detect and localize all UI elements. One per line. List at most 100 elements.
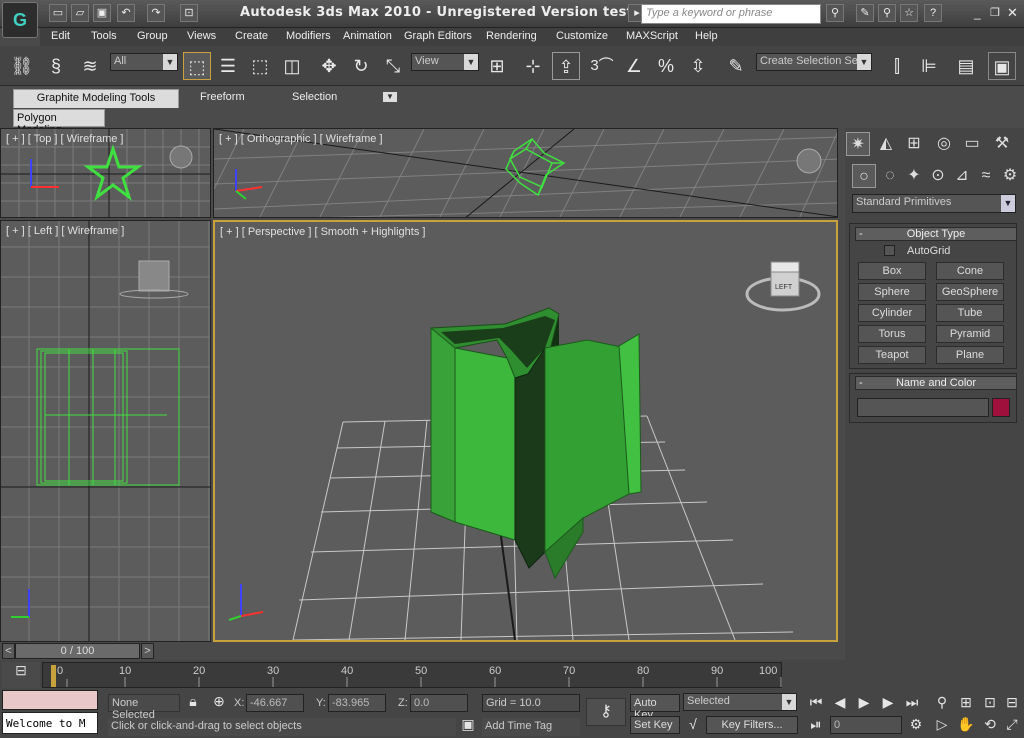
undo-icon[interactable]: ↶: [117, 4, 135, 22]
create-tab-icon[interactable]: ✷: [846, 132, 870, 156]
add-time-tag-button[interactable]: Add Time Tag: [482, 718, 580, 736]
time-slider-prev-button[interactable]: <: [2, 643, 15, 659]
open-file-icon[interactable]: ▱: [71, 4, 89, 22]
shapes-icon[interactable]: ◌: [878, 164, 902, 188]
layer-manager-icon[interactable]: ▤: [952, 52, 980, 80]
project-folder-icon[interactable]: ⊡: [180, 4, 198, 22]
utilities-tab-icon[interactable]: ⚒: [990, 132, 1014, 156]
auto-key-button[interactable]: Auto Key: [630, 694, 680, 721]
helpers-icon[interactable]: ⊿: [950, 164, 974, 188]
viewport-perspective-label[interactable]: [ + ] [ Perspective ] [ Smooth + Highlig…: [220, 226, 425, 238]
object-color-swatch[interactable]: [992, 398, 1010, 417]
viewcube-face-label[interactable]: LEFT: [775, 284, 792, 291]
maxscript-mini-listener[interactable]: Welcome to M: [2, 712, 98, 734]
zoom-all-icon[interactable]: ⊞: [956, 694, 976, 711]
window-crossing-icon[interactable]: ◫: [278, 52, 306, 80]
hierarchy-tab-icon[interactable]: ⊞: [902, 132, 926, 156]
minimize-icon[interactable]: _: [974, 6, 981, 20]
viewport-left[interactable]: [ + ] [ Left ] [ Wireframe ]: [0, 220, 211, 642]
select-and-scale-icon[interactable]: ⤡: [379, 52, 407, 80]
default-tangents-icon[interactable]: √: [683, 716, 703, 732]
percent-snap-icon[interactable]: %: [652, 52, 680, 80]
key-selection-dropdown[interactable]: Selected ▼: [683, 693, 797, 711]
object-type-header[interactable]: - Object Type: [855, 227, 1017, 241]
field-of-view-icon[interactable]: ▷: [932, 716, 952, 733]
select-manipulate-icon[interactable]: ⊹: [519, 52, 547, 80]
close-icon[interactable]: ✕: [1007, 5, 1018, 21]
reference-coord-dropdown[interactable]: View ▼: [411, 53, 479, 71]
spinner-snap-icon[interactable]: ⇳: [684, 52, 712, 80]
modify-tab-icon[interactable]: ◭: [874, 132, 898, 156]
time-tag-icon[interactable]: ▣: [458, 716, 478, 733]
menu-graph-editors[interactable]: Graph Editors: [404, 30, 472, 42]
align-icon[interactable]: ⊫: [915, 52, 943, 80]
mirror-icon[interactable]: ⫿: [883, 52, 911, 80]
viewport-left-label[interactable]: [ + ] [ Left ] [ Wireframe ]: [6, 225, 124, 237]
viewport-ortho-label[interactable]: [ + ] [ Orthographic ] [ Wireframe ]: [219, 133, 383, 145]
menu-group[interactable]: Group: [137, 30, 168, 42]
select-object-icon[interactable]: ⬚: [183, 52, 211, 80]
menu-maxscript[interactable]: MAXScript: [626, 30, 678, 42]
menu-create[interactable]: Create: [235, 30, 268, 42]
curve-editor-icon[interactable]: ⊟: [2, 662, 40, 688]
time-slider-next-button[interactable]: >: [141, 643, 154, 659]
viewport-top[interactable]: [ + ] [ Top ] [ Wireframe ]: [0, 128, 211, 218]
box-button[interactable]: Box: [858, 262, 926, 280]
angle-snap-icon[interactable]: ∠: [620, 52, 648, 80]
object-name-input[interactable]: [857, 398, 989, 417]
redo-icon[interactable]: ↷: [147, 4, 165, 22]
name-color-header[interactable]: - Name and Color: [855, 376, 1017, 390]
space-warps-icon[interactable]: ≈: [974, 164, 998, 188]
menu-modifiers[interactable]: Modifiers: [286, 30, 331, 42]
lights-icon[interactable]: ✦: [902, 164, 926, 188]
cone-button[interactable]: Cone: [936, 262, 1004, 280]
x-coordinate-field[interactable]: -46.667: [246, 694, 304, 712]
select-and-link-icon[interactable]: ⛓: [8, 52, 36, 80]
tab-graphite-modeling-tools[interactable]: Graphite Modeling Tools: [13, 89, 179, 108]
cameras-icon[interactable]: ⊙: [926, 164, 950, 188]
keyboard-shortcut-override-icon[interactable]: ⇪: [552, 52, 580, 80]
current-frame-spinner[interactable]: 0: [830, 716, 902, 734]
cylinder-button[interactable]: Cylinder: [858, 304, 926, 322]
go-to-start-icon[interactable]: ⏮: [806, 694, 826, 711]
help-icon[interactable]: ?: [924, 4, 942, 22]
menu-views[interactable]: Views: [187, 30, 216, 42]
rectangular-selection-icon[interactable]: ⬚: [246, 52, 274, 80]
menu-edit[interactable]: Edit: [51, 30, 70, 42]
ribbon-options-icon[interactable]: ▼: [383, 92, 397, 102]
restore-icon[interactable]: ❐: [990, 6, 1000, 19]
lock-selection-icon[interactable]: 🔒︎: [184, 693, 202, 710]
bind-to-space-warp-icon[interactable]: ≋: [76, 52, 104, 80]
pyramid-button[interactable]: Pyramid: [936, 325, 1004, 343]
motion-tab-icon[interactable]: ◎: [932, 132, 956, 156]
next-frame-icon[interactable]: ▶: [878, 694, 898, 711]
select-and-move-icon[interactable]: ✥: [315, 52, 343, 80]
menu-rendering[interactable]: Rendering: [486, 30, 537, 42]
new-file-icon[interactable]: ▭: [49, 4, 67, 22]
viewport-perspective[interactable]: [ + ] [ Perspective ] [ Smooth + Highlig…: [213, 220, 838, 642]
edit-named-selection-icon[interactable]: ✎: [722, 52, 750, 80]
geometry-icon[interactable]: ○: [852, 164, 876, 188]
zoom-extents-icon[interactable]: ⊡: [980, 694, 1000, 711]
unlink-selection-icon[interactable]: §: [42, 52, 70, 80]
time-slider-thumb[interactable]: 0 / 100: [15, 643, 140, 659]
menu-tools[interactable]: Tools: [91, 30, 117, 42]
set-key-mode-icon[interactable]: ⚷: [586, 698, 626, 726]
sphere-button[interactable]: Sphere: [858, 283, 926, 301]
systems-icon[interactable]: ⚙: [998, 164, 1022, 188]
key-mode-toggle-icon[interactable]: ⏯: [806, 716, 826, 733]
tab-freeform[interactable]: Freeform: [200, 89, 245, 107]
subscription-icon[interactable]: ✎: [856, 4, 874, 22]
pivot-center-icon[interactable]: ⊞: [483, 52, 511, 80]
tube-button[interactable]: Tube: [936, 304, 1004, 322]
geosphere-button[interactable]: GeoSphere: [936, 283, 1004, 301]
torus-button[interactable]: Torus: [858, 325, 926, 343]
zoom-icon[interactable]: ⚲: [932, 694, 952, 711]
set-key-button[interactable]: Set Key: [630, 716, 680, 734]
menu-help[interactable]: Help: [695, 30, 718, 42]
favorites-star-icon[interactable]: ☆: [900, 4, 918, 22]
render-setup-icon[interactable]: ▣: [988, 52, 1016, 80]
keyword-search-input[interactable]: Type a keyword or phrase: [641, 4, 821, 24]
teapot-button[interactable]: Teapot: [858, 346, 926, 364]
z-coordinate-field[interactable]: 0.0: [410, 694, 468, 712]
